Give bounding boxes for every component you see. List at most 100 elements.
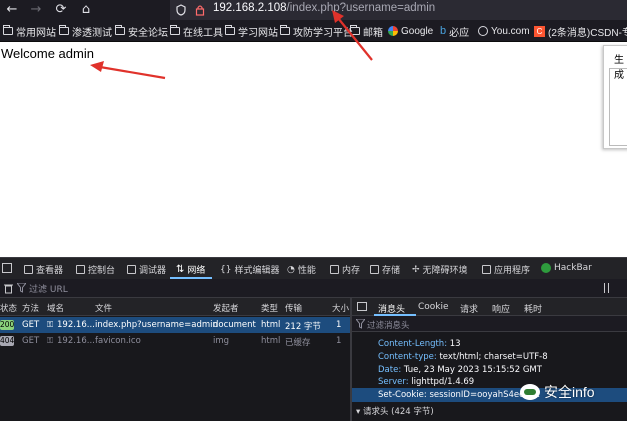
row-type: html (261, 320, 281, 330)
tab-style-editor[interactable]: {} 样式编辑器 (220, 263, 280, 277)
row-size: 1 (336, 336, 342, 346)
tab-storage[interactable]: 存储 (370, 263, 400, 276)
style-editor-icon: {} (220, 264, 232, 275)
tab-label: 存储 (382, 266, 401, 276)
filter-icon (356, 319, 365, 329)
sidebar-toggle-icon[interactable] (357, 302, 367, 311)
header-value: 13 (449, 339, 461, 349)
tab-console[interactable]: 控制台 (76, 263, 115, 276)
watermark: 安全info (520, 382, 595, 402)
col-type[interactable]: 类型 (261, 302, 278, 314)
arrowhead-welcome (90, 61, 104, 72)
pick-element-icon[interactable] (2, 263, 12, 273)
tab-accessibility[interactable]: ✢ 无障碍环境 (412, 263, 468, 277)
trash-icon[interactable] (4, 283, 13, 294)
row-domain: 192.16... (57, 336, 95, 346)
tab-label: HackBar (554, 263, 592, 273)
row-method: GET (22, 336, 40, 346)
header-line: Content-Length: 13 (378, 339, 461, 349)
status-badge: 200 (0, 320, 15, 330)
tab-request[interactable]: 请求 (460, 302, 478, 315)
arrow-welcome (99, 65, 166, 80)
tab-label: 网络 (187, 266, 206, 276)
status-badge: 404 (0, 336, 15, 346)
wechat-logo-icon (520, 384, 540, 400)
network-table-header: 状态 方法 域名 文件 发起者 类型 传输 大小 (0, 298, 350, 316)
header-line: Server: lighttpd/1.4.69 (378, 377, 474, 387)
headers-filter-row: 过滤消息头 (352, 316, 627, 332)
url-filter-row: 过滤 URL (0, 279, 627, 298)
arrow-url (337, 17, 373, 61)
header-value: lighttpd/1.4.69 (411, 377, 475, 387)
tab-label: 无障碍环境 (422, 266, 468, 276)
row-initiator: document (213, 320, 256, 330)
header-key: Set-Cookie: (378, 390, 427, 400)
col-file[interactable]: 文件 (95, 302, 112, 314)
row-type: html (261, 336, 281, 346)
header-value: text/html; charset=UTF-8 (439, 352, 548, 362)
filter-icon (17, 283, 26, 293)
tab-network[interactable]: ⇅ 网络 (176, 263, 205, 276)
storage-icon (370, 265, 379, 274)
devtools-tabbar: 查看器 控制台 调试器 ⇅ 网络 {} 样式编辑器 ◔ 性能 内存 存储 ✢ 无障碍环境… (0, 257, 627, 279)
tab-label: 内存 (342, 266, 361, 276)
console-icon (76, 265, 85, 274)
memory-icon (330, 265, 339, 274)
col-method[interactable]: 方法 (22, 302, 39, 314)
network-icon: ⇅ (176, 264, 185, 275)
header-key: Server: (378, 377, 409, 387)
tab-timings[interactable]: 耗时 (524, 302, 542, 315)
tab-performance[interactable]: ◔ 性能 (287, 263, 316, 277)
tab-label: 查看器 (36, 266, 64, 276)
performance-icon: ◔ (287, 264, 295, 275)
debugger-icon (127, 265, 136, 274)
tab-inspector[interactable]: 查看器 (24, 263, 63, 276)
table-row[interactable]: 200 GET ⚿ 192.16... index.php?username=a… (0, 317, 350, 333)
header-line: Content-type: text/html; charset=UTF-8 (378, 352, 548, 362)
col-domain[interactable]: 域名 (47, 302, 64, 314)
hackbar-icon (541, 263, 551, 273)
tab-hackbar[interactable]: HackBar (541, 263, 592, 273)
tab-cookie[interactable]: Cookie (418, 302, 449, 312)
tab-label: 应用程序 (494, 266, 531, 276)
row-domain: 192.16... (57, 320, 95, 330)
col-initiator[interactable]: 发起者 (213, 302, 239, 314)
tab-label: 性能 (297, 266, 316, 276)
tab-memory[interactable]: 内存 (330, 263, 360, 276)
tab-application[interactable]: 应用程序 (482, 263, 530, 276)
application-icon (482, 265, 491, 274)
row-transfer: 212 字节 (285, 322, 321, 332)
request-headers-toggle[interactable]: ▾ 请求头 (424 字节) (356, 405, 434, 417)
tab-debugger[interactable]: 调试器 (127, 263, 166, 276)
row-file: index.php?username=admin (95, 320, 218, 330)
tab-label: 控制台 (88, 266, 116, 276)
url-filter-input[interactable]: 过滤 URL (29, 282, 68, 295)
row-method: GET (22, 320, 40, 330)
header-key: Content-type: (378, 352, 437, 362)
watermark-text: 安全info (544, 384, 595, 400)
header-line: Set-Cookie: sessionID=ooyahS4eewiK (378, 390, 539, 400)
tab-label: 调试器 (139, 266, 167, 276)
lock-icon: ⚿ (47, 320, 54, 329)
lock-icon: ⚿ (47, 336, 54, 345)
row-transfer: 已缓存 (285, 338, 311, 348)
col-size[interactable]: 大小 (332, 302, 349, 314)
tab-label: 样式编辑器 (234, 266, 280, 276)
row-size: 1 (336, 320, 342, 330)
tab-response[interactable]: 响应 (492, 302, 510, 315)
header-key: Content-Length: (378, 339, 448, 349)
header-line: Date: Tue, 23 May 2023 15:15:52 GMT (378, 365, 542, 375)
pause-icon-bar (608, 283, 609, 293)
col-status[interactable]: 状态 (0, 302, 17, 314)
arrowhead-url (332, 10, 344, 23)
row-file: favicon.ico (95, 336, 141, 346)
col-transfer[interactable]: 传输 (285, 302, 302, 314)
row-initiator: img (213, 336, 230, 346)
inspector-icon (24, 265, 33, 274)
request-headers-label: 请求头 (424 字节) (362, 407, 434, 417)
pause-icon[interactable] (604, 283, 605, 293)
table-row[interactable]: 404 GET ⚿ 192.16... favicon.ico img html… (0, 333, 350, 349)
headers-filter-input[interactable]: 过滤消息头 (367, 319, 410, 331)
header-value: Tue, 23 May 2023 15:15:52 GMT (403, 365, 542, 375)
header-key: Date: (378, 365, 402, 375)
